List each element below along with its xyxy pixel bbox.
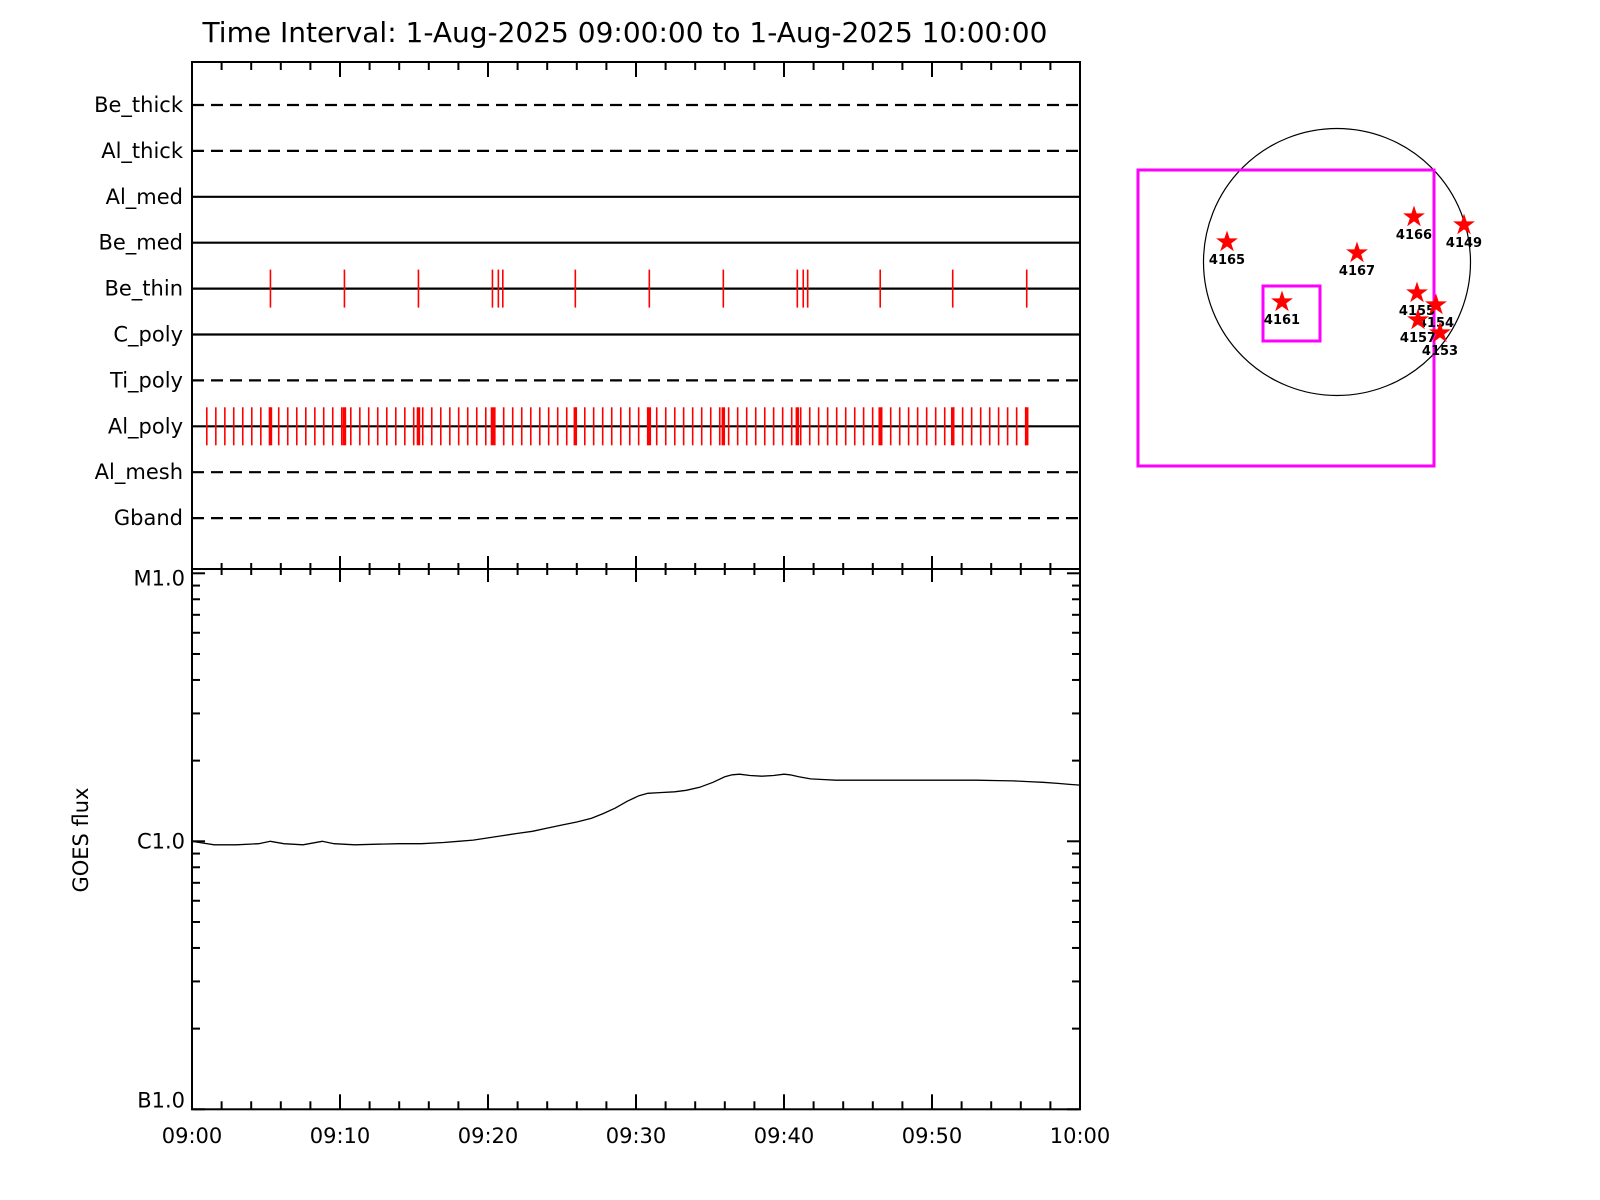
x-tick-label: 09:20	[458, 1124, 519, 1148]
channel-label-Al_med: Al_med	[106, 185, 183, 210]
active-region-label-4153: 4153	[1422, 344, 1458, 359]
active-region-star-4165	[1216, 230, 1238, 252]
active-region-label-4161: 4161	[1264, 313, 1300, 328]
active-region-star-4155	[1406, 281, 1428, 303]
active-region-star-4166	[1403, 205, 1425, 227]
generated-plot-content: Be_thick Al_thick Al_med Be_med Be_thin C_pol…	[94, 61, 1482, 1148]
plot-title: Time Interval: 1-Aug-2025 09:00:00 to 1-…	[202, 16, 1048, 49]
active-region-star-4167	[1346, 241, 1368, 263]
y-tick-label: M1.0	[133, 566, 185, 590]
channel-label-C_poly: C_poly	[113, 323, 183, 348]
goes-y-axis-label: GOES flux	[69, 787, 93, 892]
x-tick-label: 10:00	[1050, 1124, 1111, 1148]
active-region-star-4161	[1271, 290, 1293, 312]
x-tick-label: 09:00	[162, 1124, 223, 1148]
x-tick-label: 09:30	[606, 1124, 667, 1148]
goes-flux-curve	[191, 773, 1081, 846]
channel-label-Al_thick: Al_thick	[101, 139, 184, 164]
y-tick-label: C1.0	[137, 829, 185, 853]
channel-label-Be_thick: Be_thick	[94, 93, 184, 118]
channel-label-Gband: Gband	[114, 506, 183, 530]
x-tick-label: 09:40	[754, 1124, 815, 1148]
channel-label-Al_poly: Al_poly	[108, 414, 183, 439]
channel-label-Be_thin: Be_thin	[104, 277, 183, 302]
plot-page: Time Interval: 1-Aug-2025 09:00:00 to 1-…	[0, 0, 1600, 1200]
active-region-label-4165: 4165	[1209, 253, 1245, 268]
x-tick-label: 09:10	[310, 1124, 371, 1148]
active-region-label-4149: 4149	[1446, 236, 1482, 251]
y-tick-label: B1.0	[137, 1088, 185, 1112]
active-region-label-4166: 4166	[1396, 228, 1432, 243]
channel-label-Al_mesh: Al_mesh	[95, 460, 183, 485]
plot-canvas: Time Interval: 1-Aug-2025 09:00:00 to 1-…	[69, 16, 1482, 1148]
x-tick-label: 09:50	[902, 1124, 963, 1148]
active-region-label-4167: 4167	[1339, 264, 1375, 279]
channel-label-Be_med: Be_med	[98, 231, 183, 256]
filter-panel-border	[191, 61, 1081, 570]
active-region-star-4149	[1453, 213, 1475, 235]
channel-label-Ti_poly: Ti_poly	[109, 368, 183, 393]
goes-panel-border	[191, 568, 1081, 1111]
